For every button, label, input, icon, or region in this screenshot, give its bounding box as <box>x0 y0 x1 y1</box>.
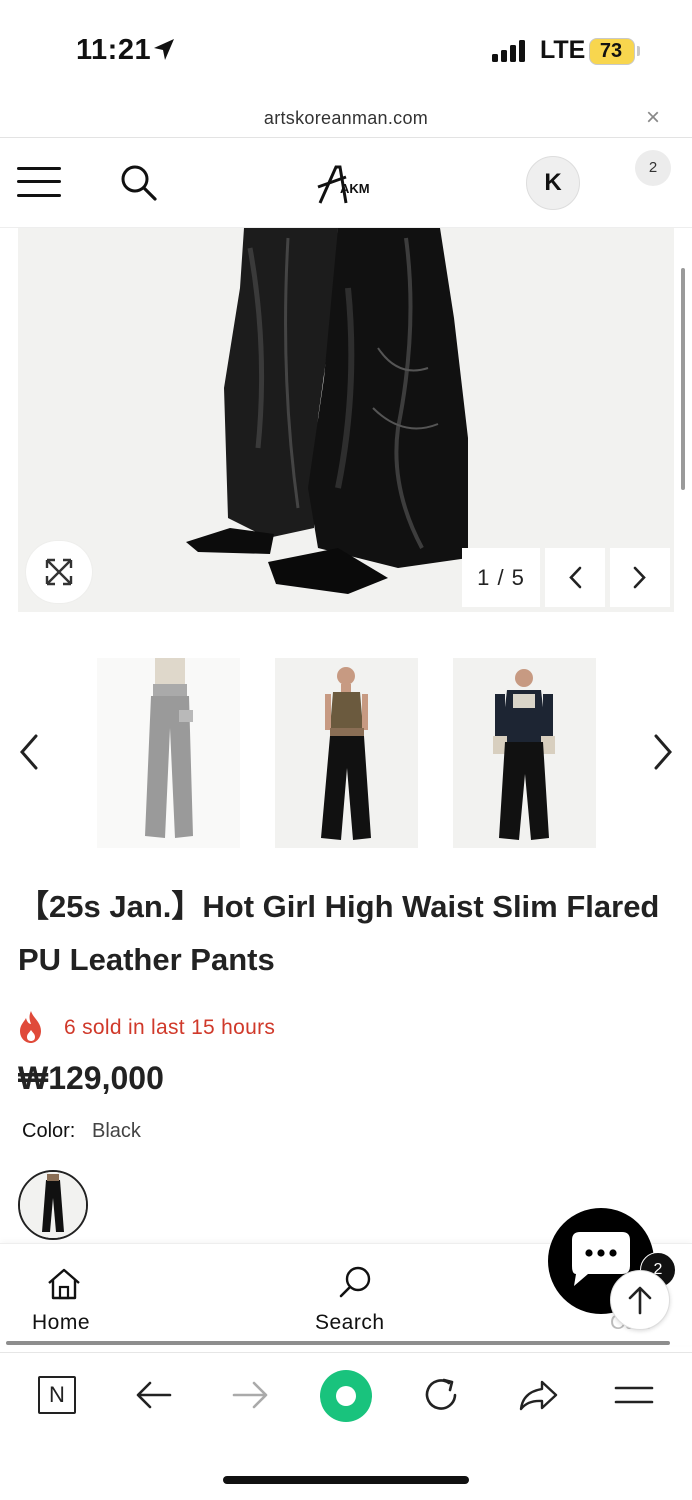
page-scrollbar[interactable] <box>681 268 685 490</box>
green-dot-button[interactable] <box>320 1370 372 1422</box>
cart-count-badge[interactable]: 2 <box>635 150 671 186</box>
previous-image-button[interactable] <box>545 548 605 607</box>
status-time: 11:21 <box>76 34 152 66</box>
sold-count-text: 6 sold in last 15 hours <box>64 1016 276 1039</box>
menu-icon[interactable] <box>17 165 61 199</box>
bottom-divider <box>6 1341 670 1345</box>
product-price: ₩129,000 <box>18 1060 164 1096</box>
home-icon[interactable] <box>46 1266 82 1302</box>
nav-search-label[interactable]: Search <box>315 1311 385 1335</box>
thumbnail-2[interactable] <box>275 658 418 848</box>
home-indicator[interactable] <box>223 1476 469 1484</box>
next-image-button[interactable] <box>610 548 670 607</box>
fire-icon <box>20 1011 41 1043</box>
search-icon[interactable] <box>338 1264 374 1300</box>
account-avatar[interactable]: K <box>526 156 580 210</box>
scroll-to-top-button[interactable] <box>610 1270 670 1330</box>
thumbnail-image <box>321 667 371 840</box>
share-icon[interactable] <box>518 1374 558 1416</box>
thumbnail-3[interactable] <box>453 658 596 848</box>
thumbnail-image <box>493 669 555 840</box>
url-text[interactable]: artskoreanman.com <box>0 108 692 129</box>
swatch-image <box>20 1172 86 1238</box>
naver-n-icon[interactable]: N <box>38 1376 76 1414</box>
chevron-left-icon <box>569 566 582 589</box>
thumbnail-next-button[interactable] <box>648 730 678 774</box>
color-swatch-black[interactable] <box>18 1170 88 1240</box>
product-title: 【25s Jan.】Hot Girl High Waist Slim Flare… <box>18 889 660 977</box>
reload-icon[interactable] <box>422 1374 462 1416</box>
more-menu-icon[interactable] <box>614 1374 654 1416</box>
arrow-up-icon <box>628 1286 652 1315</box>
thumbnail-1[interactable] <box>97 658 240 848</box>
close-icon[interactable]: × <box>646 104 660 132</box>
logo-text: AKM <box>340 181 370 196</box>
expand-icon <box>45 558 73 586</box>
battery-level: 73 <box>599 40 623 62</box>
expand-image-button[interactable] <box>26 541 92 603</box>
location-arrow-icon <box>154 39 174 60</box>
color-label: Color: <box>22 1120 76 1142</box>
search-icon[interactable] <box>118 162 160 204</box>
image-counter: 1 / 5 <box>462 548 540 607</box>
back-arrow-icon[interactable] <box>134 1374 174 1416</box>
forward-arrow-icon[interactable] <box>230 1374 270 1416</box>
thumbnail-image <box>145 658 193 838</box>
network-type: LTE <box>540 36 586 64</box>
nav-home-label[interactable]: Home <box>32 1311 90 1335</box>
battery-tip <box>637 46 640 56</box>
color-value: Black <box>92 1120 141 1142</box>
chevron-right-icon <box>633 566 646 589</box>
signal-icon <box>492 40 528 62</box>
site-logo[interactable]: AKM <box>316 163 380 207</box>
thumbnail-prev-button[interactable] <box>14 730 44 774</box>
